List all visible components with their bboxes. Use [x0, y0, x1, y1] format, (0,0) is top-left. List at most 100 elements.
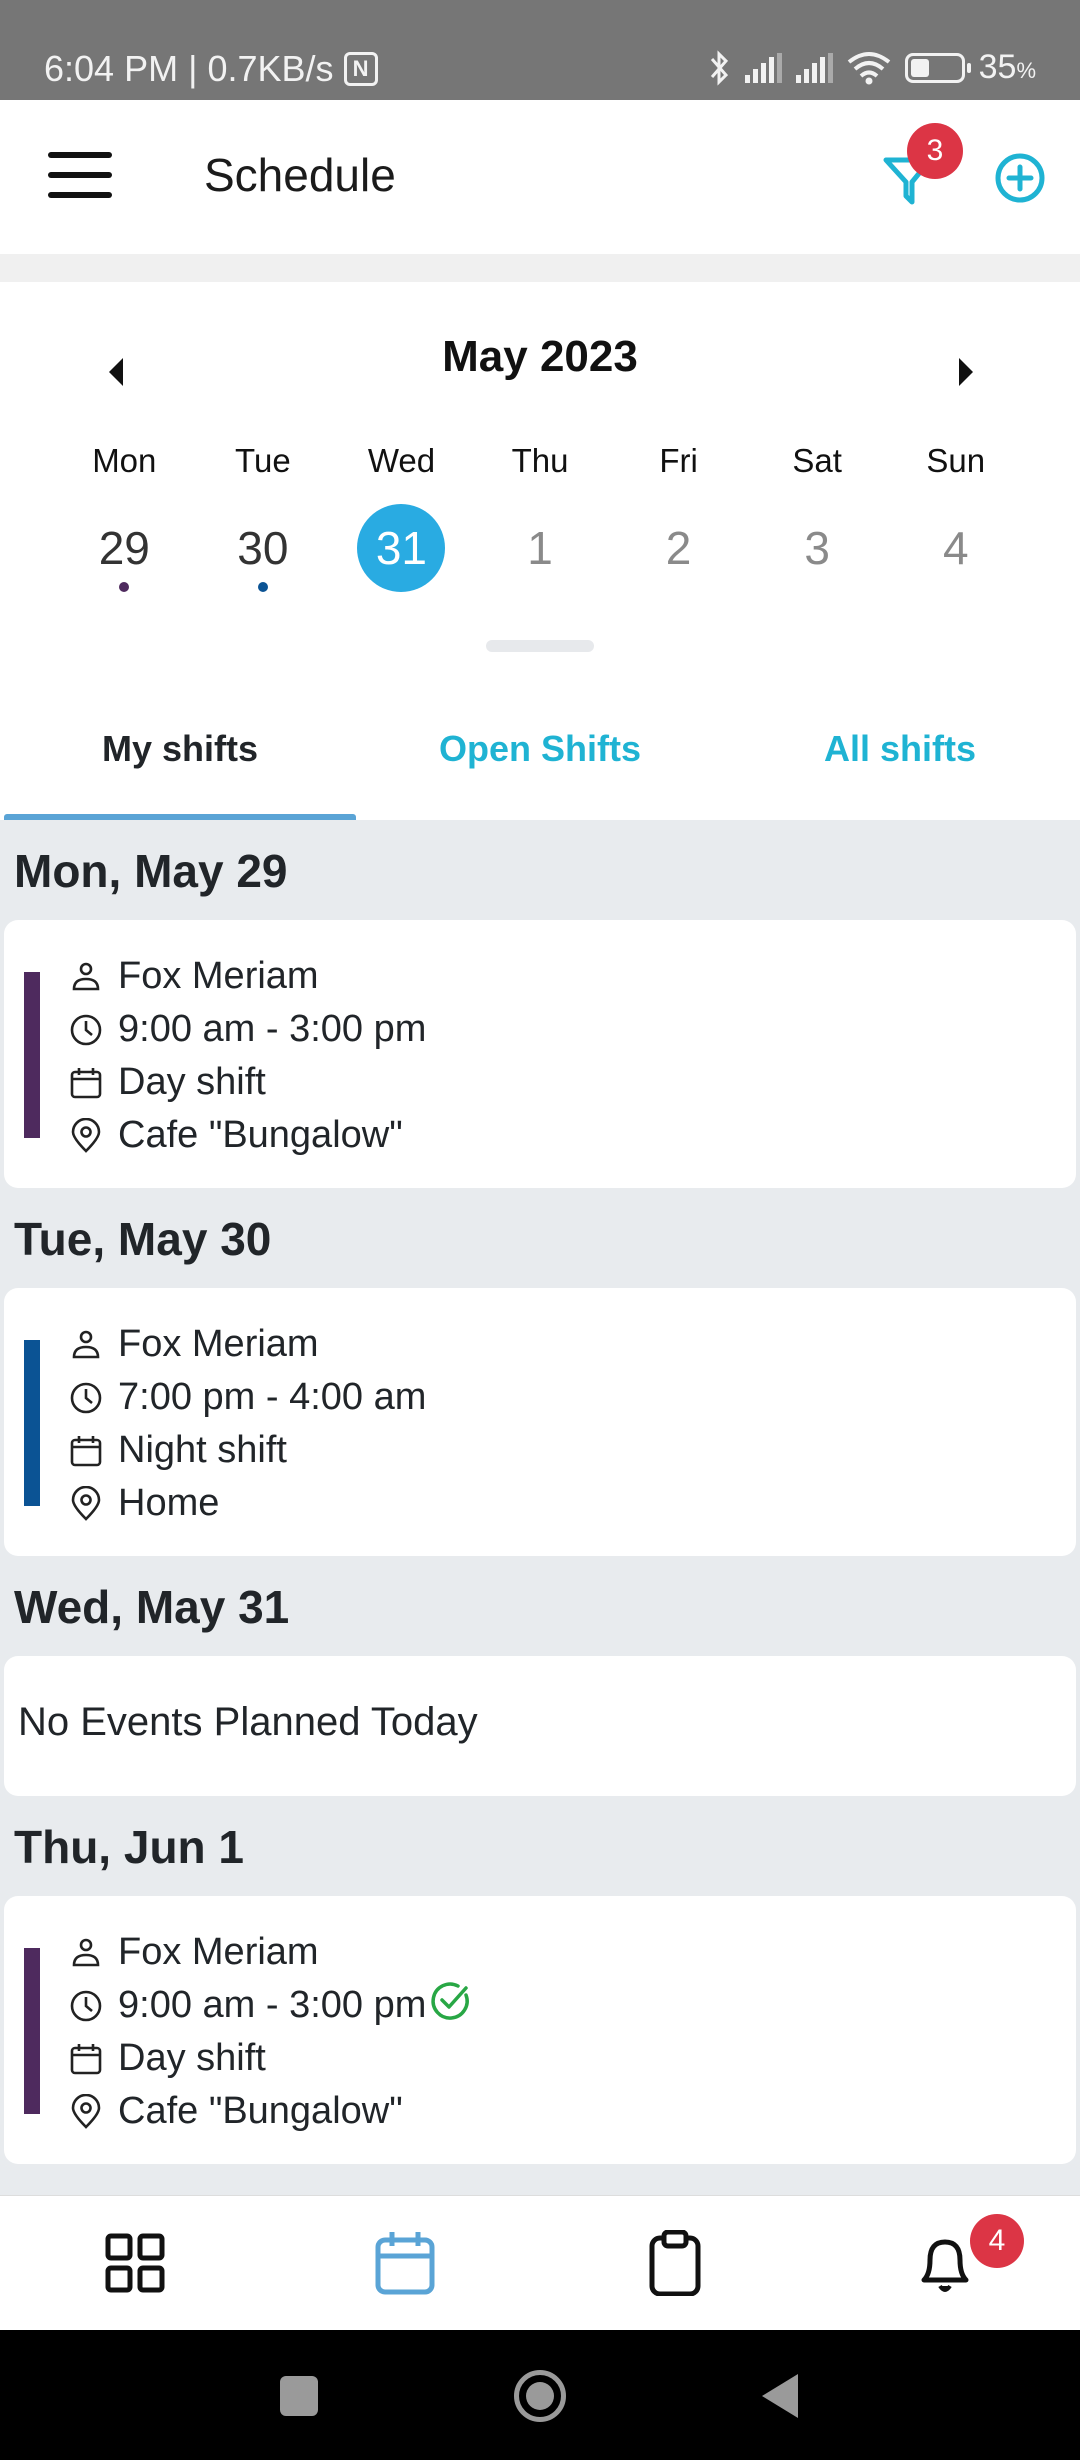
shift-color-bar [24, 1340, 40, 1506]
calendar-icon [70, 1067, 102, 1098]
calendar-day[interactable]: 31 [357, 504, 446, 592]
back-button[interactable] [752, 2368, 808, 2424]
recent-apps-button[interactable] [271, 2368, 327, 2424]
shift-card[interactable]: Fox Meriam 9:00 am - 3:00 pm Day shift C… [4, 920, 1076, 1188]
shift-card[interactable]: Fox Meriam 9:00 am - 3:00 pm Day shift C… [4, 1896, 1076, 2164]
tab-my-shifts[interactable]: My shifts [0, 682, 360, 820]
weekday-names: Mon Tue Wed Thu Fri Sat Sun [55, 442, 1025, 480]
tab-open-shifts[interactable]: Open Shifts [360, 682, 720, 820]
status-left: 6:04 PM | 0.7KB/s N [44, 48, 378, 90]
wifi-icon [847, 51, 890, 84]
day-header: Mon, May 29 [14, 845, 288, 897]
shift-employee: Fox Meriam [118, 1323, 319, 1365]
shift-color-bar [24, 972, 40, 1138]
signal-icon [795, 52, 833, 83]
nfc-icon: N [343, 52, 378, 86]
person-icon [72, 1330, 100, 1358]
event-dot [257, 582, 268, 592]
weekday-label: Thu [511, 442, 569, 479]
event-dot [119, 582, 130, 592]
nav-dashboard[interactable] [0, 2196, 270, 2330]
dashboard-grid-icon [105, 2233, 165, 2293]
nav-schedule[interactable] [270, 2196, 540, 2330]
shift-location: Home [118, 1482, 220, 1524]
menu-button[interactable] [48, 152, 112, 198]
shift-employee: Fox Meriam [118, 955, 319, 997]
battery-percent: 35% [978, 48, 1036, 86]
calendar-day[interactable]: 30 [219, 504, 307, 592]
shift-tabs: My shifts Open Shifts All shifts [0, 682, 1080, 820]
schedule-screen: 6:04 PM | 0.7KB/s N 35% Schedule 3 May 2… [0, 0, 1080, 2460]
system-navigation-bar [0, 2330, 1080, 2460]
bluetooth-icon [710, 49, 728, 86]
status-bar: 6:04 PM | 0.7KB/s N 35% [0, 0, 1080, 100]
status-right: 35% [709, 48, 1036, 87]
confirmed-check-icon [431, 1981, 470, 2020]
previous-week-button[interactable] [96, 352, 136, 392]
calendar-icon [70, 2043, 102, 2074]
weekday-label: Sat [792, 442, 842, 479]
notification-badge: 4 [970, 2214, 1024, 2268]
schedule-list[interactable]: Mon, May 29 Fox Meriam 9:00 am - 3:00 pm… [0, 820, 1080, 2195]
clock-icon [70, 1382, 102, 1413]
weekday-label: Tue [235, 442, 291, 479]
nav-tasks[interactable] [540, 2196, 810, 2330]
shift-time: 9:00 am - 3:00 pm [118, 1984, 427, 2026]
person-icon [72, 962, 100, 990]
calendar-icon [375, 2232, 435, 2295]
status-network-speed: 0.7KB/s [207, 48, 334, 89]
day-header: Fri, Jun 2 [0, 2164, 1080, 2195]
shift-type: Day shift [118, 1061, 266, 1103]
shift-time: 7:00 pm - 4:00 am [118, 1376, 427, 1418]
clock-icon [70, 1014, 102, 1045]
no-events-text: No Events Planned Today [18, 1700, 478, 1744]
shift-type: Night shift [118, 1429, 287, 1471]
shift-card[interactable]: Fox Meriam 7:00 pm - 4:00 am Night shift… [4, 1288, 1076, 1556]
weekday-label: Wed [367, 442, 436, 479]
day-header: Tue, May 30 [14, 1213, 272, 1265]
location-pin-icon [71, 2093, 101, 2129]
page-title: Schedule [204, 149, 396, 201]
status-separator: | [188, 48, 198, 89]
location-pin-icon [71, 1117, 101, 1153]
back-triangle-icon [762, 2374, 798, 2418]
calendar-drag-handle[interactable] [486, 640, 594, 652]
calendar-day[interactable]: 2 [635, 504, 723, 592]
day-header: Thu, Jun 1 [14, 1821, 244, 1873]
add-shift-button[interactable] [994, 152, 1046, 204]
home-circle-icon [514, 2370, 566, 2422]
person-icon [72, 1938, 100, 1966]
no-events-card: No Events Planned Today [4, 1656, 1076, 1796]
add-circle-icon [995, 153, 1045, 203]
header-divider [0, 254, 1080, 282]
filter-count-badge: 3 [907, 123, 963, 179]
caret-left-icon [109, 358, 123, 386]
week-days: 29 30 31 1 2 3 4 [55, 504, 1025, 592]
location-pin-icon [71, 1485, 101, 1521]
shift-type: Day shift [118, 2037, 266, 2079]
shift-employee: Fox Meriam [118, 1931, 319, 1973]
shift-location: Cafe "Bungalow" [118, 2090, 403, 2132]
weekday-label: Sun [926, 442, 986, 479]
next-week-button[interactable] [946, 352, 986, 392]
menu-icon [48, 152, 112, 158]
nav-notifications[interactable]: 4 [810, 2196, 1080, 2330]
shift-location: Cafe "Bungalow" [118, 1114, 403, 1156]
home-button[interactable] [512, 2368, 568, 2424]
shift-color-bar [24, 1948, 40, 2114]
calendar-day[interactable]: 1 [496, 504, 584, 592]
bell-icon [921, 2239, 969, 2292]
status-time: 6:04 PM [44, 48, 179, 89]
calendar-day[interactable]: 29 [80, 504, 168, 592]
battery-icon [904, 52, 971, 83]
square-icon [280, 2376, 318, 2416]
day-header: Wed, May 31 [14, 1581, 290, 1633]
calendar-month-label: May 2023 [442, 332, 638, 381]
calendar-day[interactable]: 4 [912, 504, 1000, 592]
calendar-icon [70, 1435, 102, 1466]
weekday-label: Fri [659, 442, 698, 479]
calendar-day[interactable]: 3 [773, 504, 861, 592]
tab-all-shifts[interactable]: All shifts [720, 682, 1080, 820]
week-calendar: May 2023 Mon Tue Wed Thu Fri Sat Sun 29 … [0, 282, 1080, 682]
shift-time: 9:00 am - 3:00 pm [118, 1008, 427, 1050]
